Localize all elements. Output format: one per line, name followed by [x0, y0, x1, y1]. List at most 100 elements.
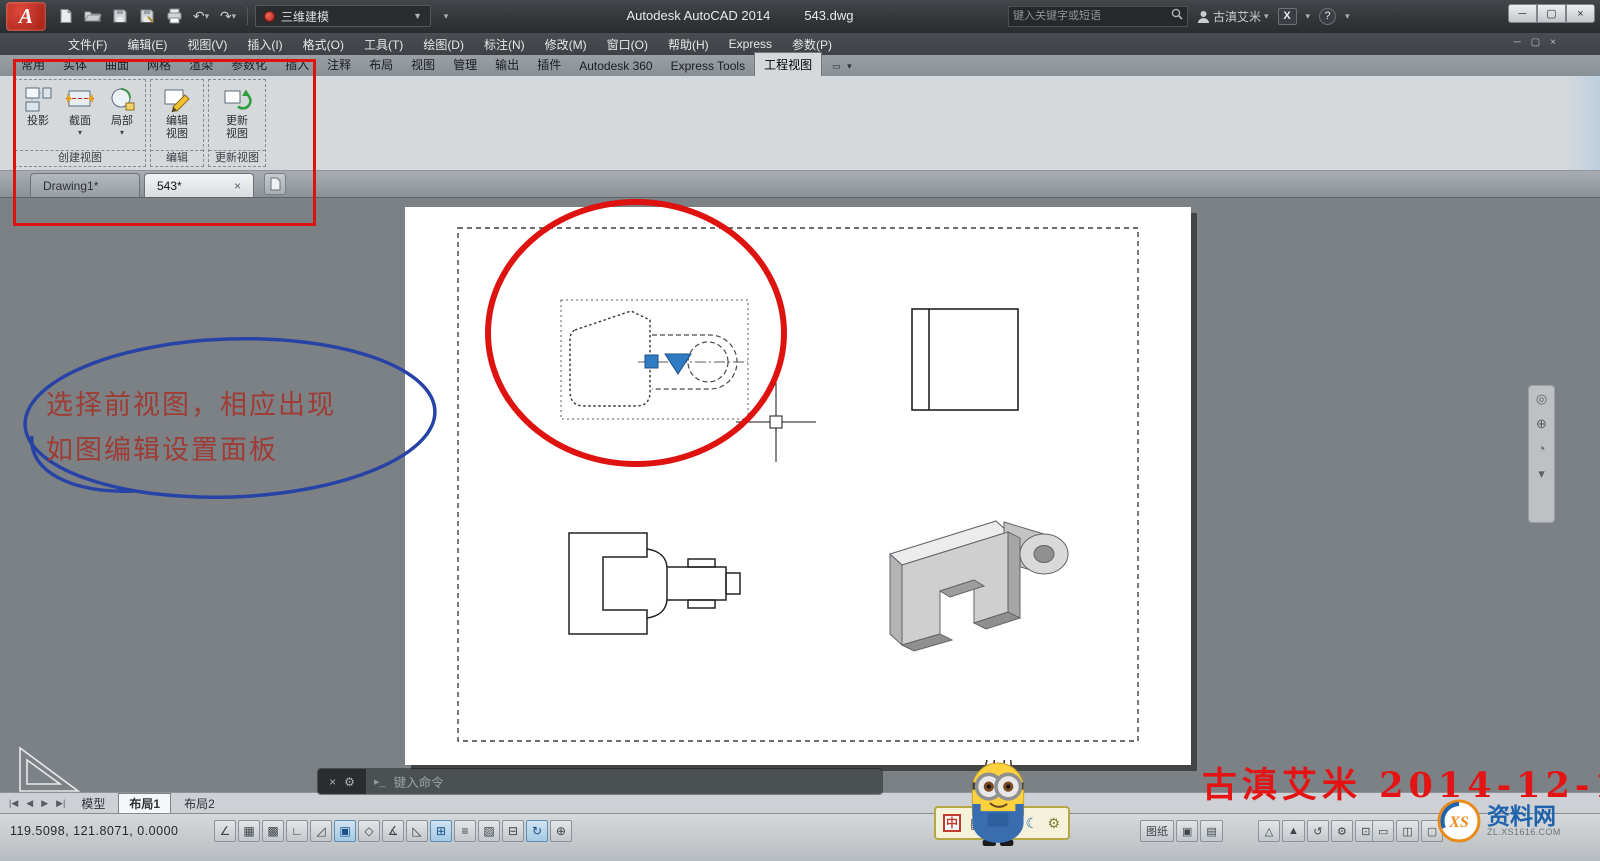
ribbon-tab-engineering-views[interactable]: 工程视图: [754, 52, 822, 76]
doc-close-icon[interactable]: ×: [1550, 37, 1556, 48]
paper-model-toggle[interactable]: 图纸: [1140, 820, 1174, 842]
infer-constraints-toggle[interactable]: ∠: [214, 820, 236, 842]
save-icon[interactable]: [108, 5, 132, 27]
pan-icon[interactable]: ⊕: [1536, 417, 1547, 431]
selection-cycling-toggle[interactable]: ↻: [526, 820, 548, 842]
ime-settings-gear-icon[interactable]: ⚙: [1047, 815, 1060, 832]
menu-window[interactable]: 窗口(O): [597, 33, 658, 56]
ribbon-tab-express-tools[interactable]: Express Tools: [662, 56, 754, 76]
minimize-button[interactable]: ─: [1508, 4, 1537, 23]
object-snap-toggle[interactable]: ▣: [334, 820, 356, 842]
space-mode-group: 图纸 ▣ ▤: [1140, 820, 1223, 842]
annotation-visibility-icon[interactable]: ▲: [1282, 820, 1305, 842]
tab-model[interactable]: 模型: [70, 793, 116, 814]
transparency-toggle[interactable]: ▨: [478, 820, 500, 842]
selection-cycling-icon: ↻: [532, 824, 542, 838]
save-as-icon[interactable]: [135, 5, 159, 27]
3d-object-snap-icon: ◇: [364, 824, 373, 838]
menu-help[interactable]: 帮助(H): [658, 33, 719, 56]
new-file-icon[interactable]: [54, 5, 78, 27]
watermark-site-name: 资料网: [1487, 804, 1561, 828]
lineweight-toggle[interactable]: ≡: [454, 820, 476, 842]
annotation-scale-icon[interactable]: △: [1258, 820, 1280, 842]
open-file-icon[interactable]: [81, 5, 105, 27]
restore-button[interactable]: ▢: [1537, 4, 1566, 23]
infocenter-search[interactable]: [1008, 6, 1188, 27]
watermark-logo-icon: XS: [1436, 798, 1482, 844]
command-close-icon[interactable]: ×: [329, 775, 336, 789]
last-tab-icon[interactable]: ▶|: [53, 796, 68, 811]
ribbon-tab-plugins[interactable]: 插件: [528, 53, 570, 76]
ortho-toggle[interactable]: ∟: [286, 820, 308, 842]
app-menu-button[interactable]: A: [6, 2, 46, 31]
red-rectangle-annotation: [13, 59, 316, 226]
ribbon-tab-layout[interactable]: 布局: [360, 53, 402, 76]
ribbon-tab-manage[interactable]: 管理: [444, 53, 486, 76]
dynamic-input-icon: ⊞: [436, 824, 446, 838]
grid-icon: ▩: [267, 824, 278, 838]
svg-text:XS: XS: [1448, 814, 1469, 831]
orbit-icon[interactable]: ◔: [1538, 442, 1546, 456]
isolate-objects-icon[interactable]: ▭: [1372, 820, 1394, 842]
navbar-menu-icon[interactable]: ▾: [1538, 467, 1545, 481]
command-prompt-text[interactable]: 键入命令: [394, 772, 444, 791]
annotation-monitor-toggle[interactable]: ⊕: [550, 820, 572, 842]
object-snap-tracking-toggle[interactable]: ∡: [382, 820, 404, 842]
workspace-dropdown[interactable]: 三维建模 ▼: [255, 5, 431, 27]
menu-express[interactable]: Express: [719, 34, 782, 54]
dynamic-input-toggle[interactable]: ⊞: [430, 820, 452, 842]
navigation-wheel-icon[interactable]: ◎: [1536, 392, 1547, 406]
infocenter: 古滇艾米 ▾ X ▾ ? ▾: [1008, 5, 1350, 27]
polar-tracking-toggle[interactable]: ◿: [310, 820, 332, 842]
otrack-icon: ∡: [388, 824, 399, 838]
layout-paper[interactable]: [405, 207, 1191, 765]
signin-menu[interactable]: 古滇艾米 ▾: [1197, 8, 1269, 25]
ribbon-display-toggle-icon[interactable]: ▭ ▾: [828, 57, 858, 76]
ime-language-badge[interactable]: 中: [943, 814, 961, 832]
ribbon-tab-output[interactable]: 输出: [486, 53, 528, 76]
dynamic-ucs-icon: ◺: [412, 824, 421, 838]
undo-icon[interactable]: ↶▾: [189, 5, 213, 27]
user-icon: [1197, 10, 1210, 23]
hardware-acceleration-icon[interactable]: ◫: [1396, 820, 1418, 842]
coordinates-readout[interactable]: 119.5098, 121.8071, 0.0000: [10, 824, 178, 838]
quick-view-drawings-icon[interactable]: ▤: [1200, 820, 1222, 842]
annotation-autoscale-icon[interactable]: ↺: [1307, 820, 1329, 842]
doc-restore-icon[interactable]: ▢: [1531, 37, 1540, 48]
wrench-icon[interactable]: ⚙: [344, 775, 355, 789]
tab-layout2[interactable]: 布局2: [173, 793, 226, 814]
ribbon-right-strip: [1564, 76, 1600, 170]
tab-layout1[interactable]: 布局1: [118, 793, 171, 813]
command-line[interactable]: × ⚙ ▸_ 键入命令: [318, 769, 882, 794]
workspace-label: 三维建模: [281, 8, 407, 25]
status-bar: 119.5098, 121.8071, 0.0000 ∠ ▦ ▩ ∟ ◿ ▣ ◇…: [0, 813, 1600, 861]
ribbon-tab-annotate[interactable]: 注释: [318, 53, 360, 76]
exchange-apps-icon[interactable]: X: [1278, 8, 1297, 25]
close-button[interactable]: ×: [1566, 4, 1595, 23]
dynamic-ucs-toggle[interactable]: ◺: [406, 820, 428, 842]
app-title: Autodesk AutoCAD 2014: [627, 8, 771, 23]
next-tab-icon[interactable]: ▶: [38, 796, 51, 811]
annotation-monitor-icon: ⊕: [556, 824, 566, 838]
window-title: Autodesk AutoCAD 2014543.dwg: [430, 8, 1050, 23]
workspace-switching-icon[interactable]: ⚙: [1331, 820, 1353, 842]
help-icon[interactable]: ?: [1319, 8, 1336, 25]
transparency-icon: ▨: [483, 824, 494, 838]
grid-toggle[interactable]: ▩: [262, 820, 284, 842]
search-icon[interactable]: [1171, 7, 1183, 25]
plot-icon[interactable]: [162, 5, 186, 27]
annotation-tools-group: △ ▲ ↺ ⚙ ⊡: [1258, 820, 1377, 842]
search-input[interactable]: [1013, 10, 1167, 22]
display-tools-group: ▭ ◫ ▢: [1372, 820, 1443, 842]
snap-toggle[interactable]: ▦: [238, 820, 260, 842]
document-window-controls: ─ ▢ ×: [1514, 37, 1556, 48]
redo-icon[interactable]: ↷▾: [216, 5, 240, 27]
ribbon-tab-autodesk360[interactable]: Autodesk 360: [570, 56, 661, 76]
quick-properties-toggle[interactable]: ⊟: [502, 820, 524, 842]
quick-view-layouts-icon[interactable]: ▣: [1176, 820, 1198, 842]
prev-tab-icon[interactable]: ◀: [23, 796, 36, 811]
ribbon-tab-view[interactable]: 视图: [402, 53, 444, 76]
first-tab-icon[interactable]: |◀: [6, 796, 21, 811]
doc-minimize-icon[interactable]: ─: [1514, 37, 1521, 48]
3d-object-snap-toggle[interactable]: ◇: [358, 820, 380, 842]
